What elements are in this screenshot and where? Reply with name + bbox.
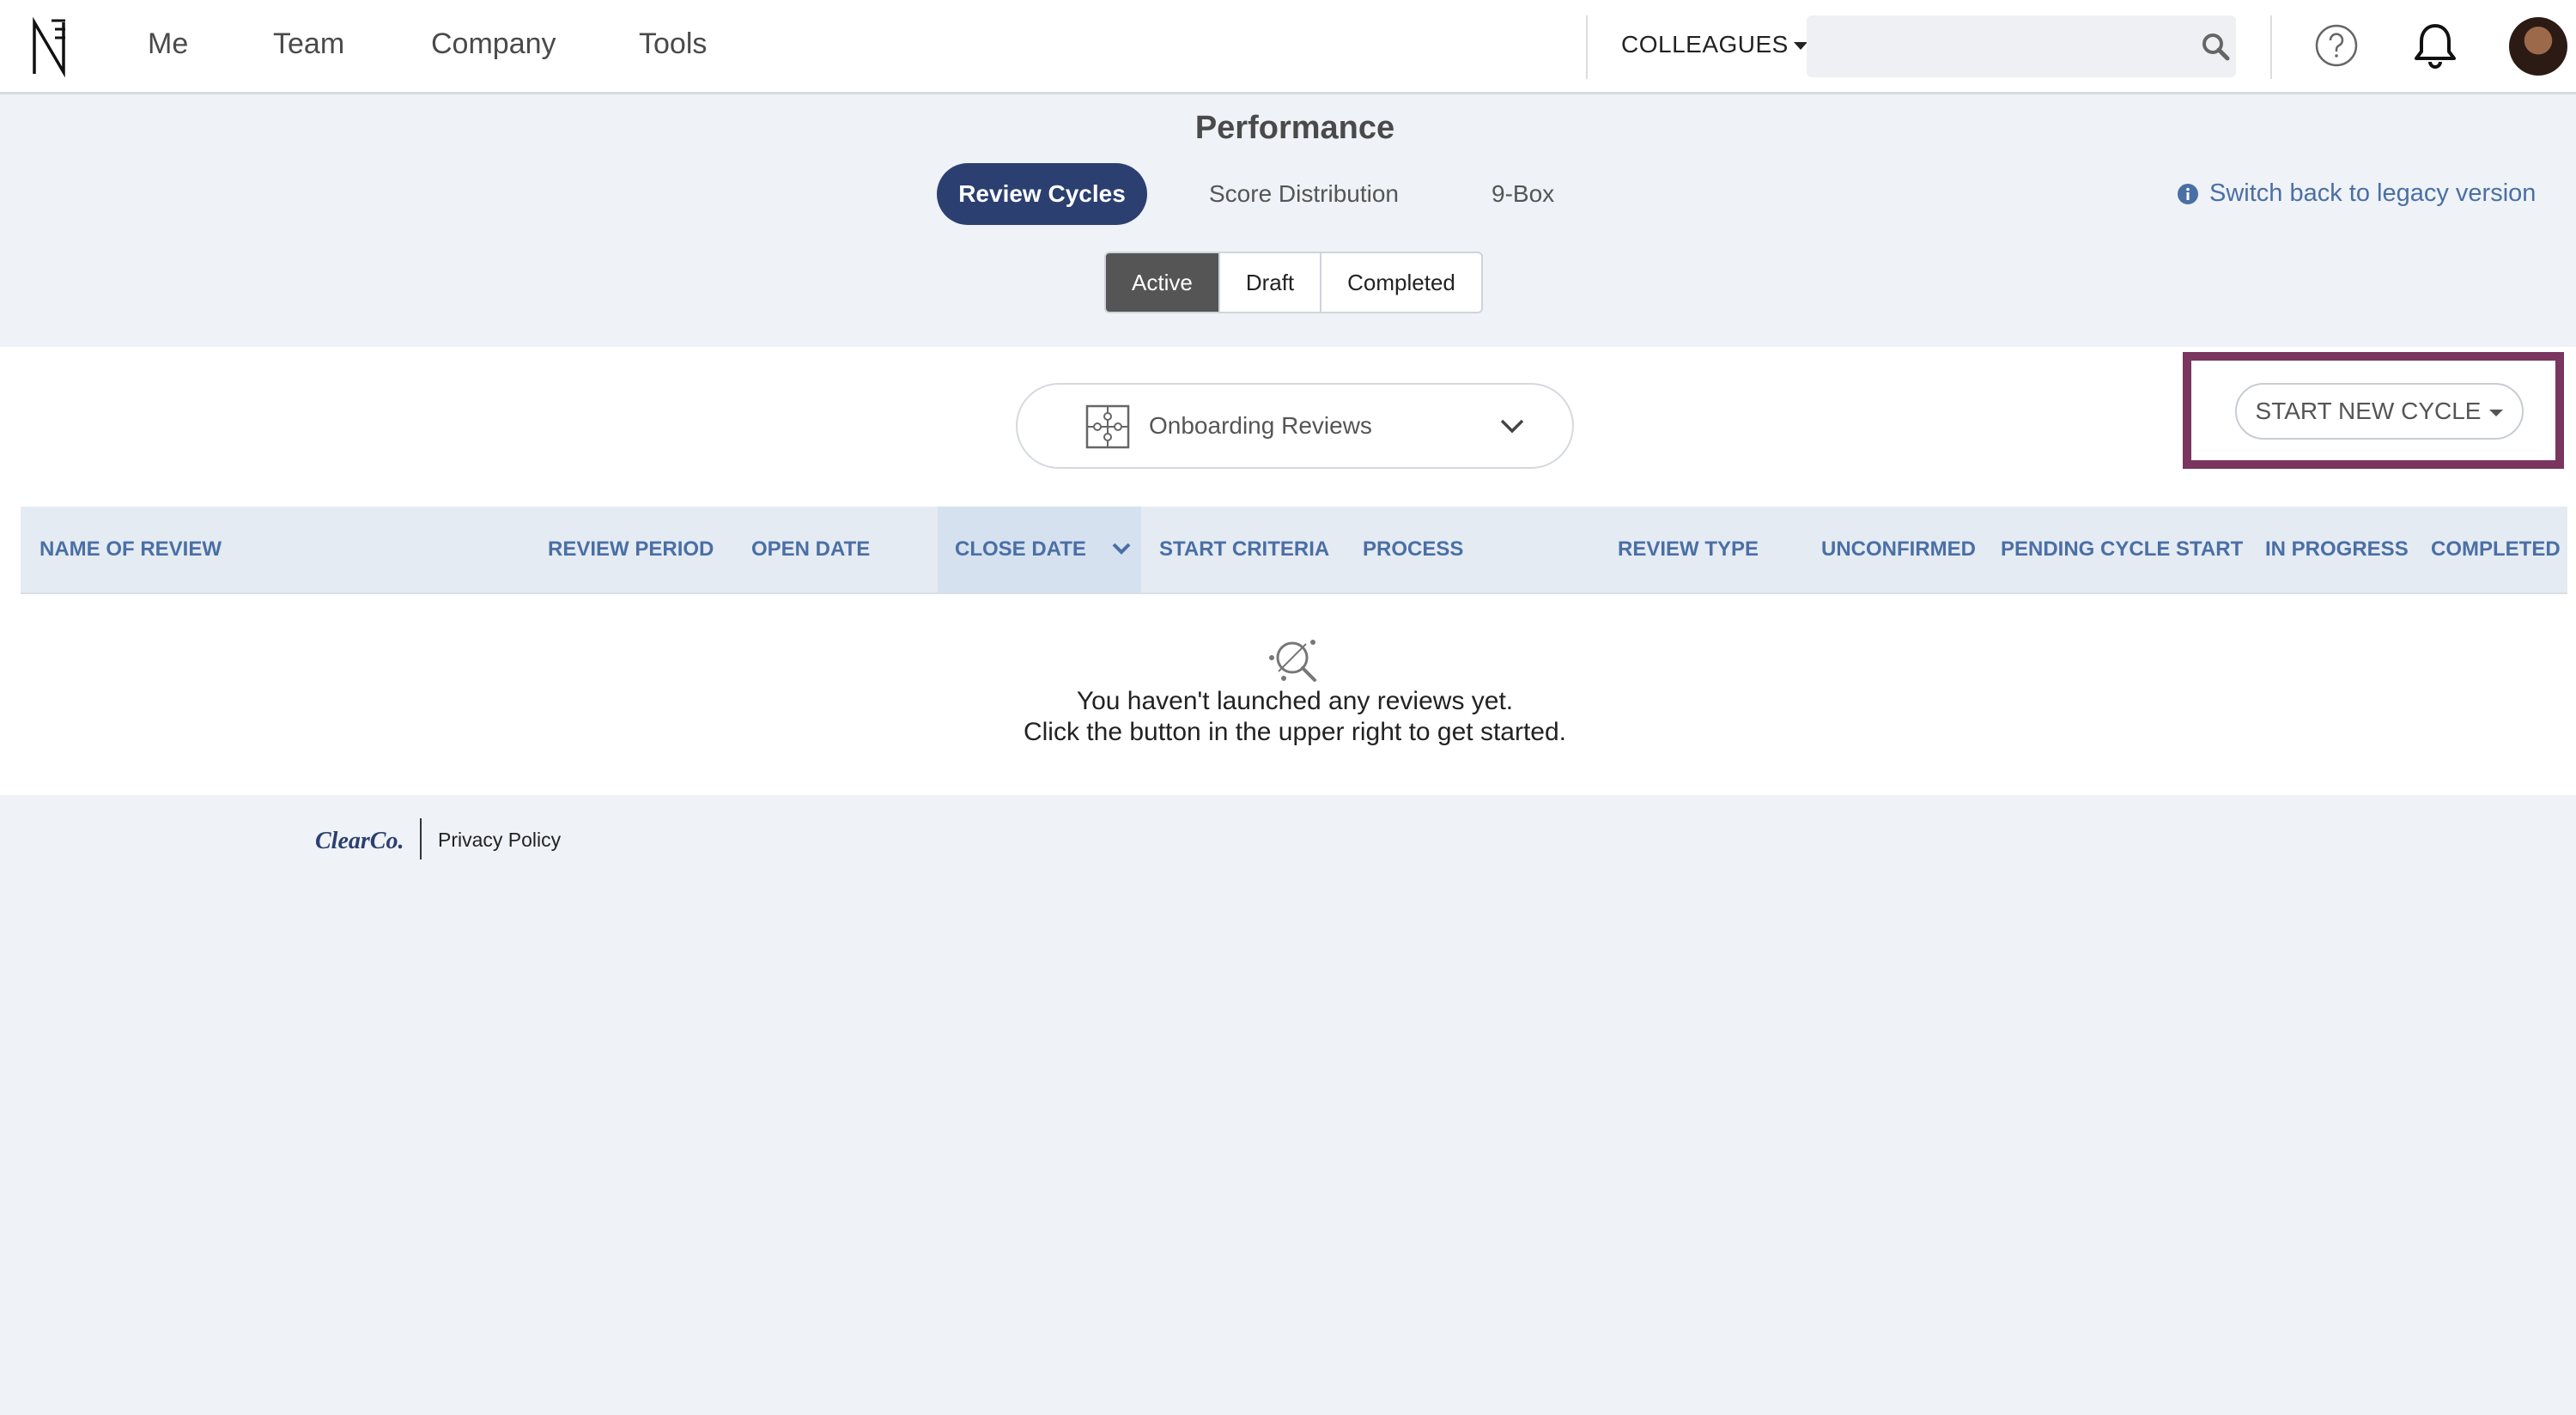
caret-down-icon [2489,409,2504,416]
nav-divider [2270,15,2272,79]
nav-team[interactable]: Team [273,27,344,61]
col-pending-cycle-start[interactable]: PENDING CYCLE START [2001,507,2243,592]
col-review-period[interactable]: REVIEW PERIOD [548,507,714,592]
nav-me[interactable]: Me [148,27,188,61]
bell-icon[interactable] [2411,21,2459,70]
help-icon[interactable] [2314,23,2359,68]
filter-completed[interactable]: Completed [1320,253,1481,312]
tab-9-box[interactable]: 9-Box [1492,163,1554,225]
top-navbar: Me Team Company Tools COLLEAGUES [0,0,2576,94]
page-title: Performance [1194,110,1395,146]
footer-divider [420,818,422,859]
logo-icon[interactable] [31,17,69,77]
filter-active[interactable]: Active [1106,253,1218,312]
review-cycles-panel: Onboarding Reviews START NEW CYCLE NAME … [0,347,2576,795]
col-unconfirmed[interactable]: UNCONFIRMED [1821,507,1976,592]
filter-draft[interactable]: Draft [1218,253,1320,312]
empty-message-line1: You haven't launched any reviews yet. [1076,687,1514,715]
col-start-criteria[interactable]: START CRITERIA [1159,507,1329,592]
status-filter: Active Draft Completed [1104,252,1483,313]
colleagues-dropdown[interactable]: COLLEAGUES [1621,31,1807,58]
search-input[interactable] [1807,15,2236,77]
col-close-date-label: CLOSE DATE [955,537,1086,561]
col-process[interactable]: PROCESS [1363,507,1463,592]
nav-divider [1586,15,1588,79]
chevron-down-icon [1500,419,1524,434]
col-in-progress[interactable]: IN PROGRESS [2265,507,2409,592]
start-button-label: START NEW CYCLE [2255,398,2482,424]
start-new-cycle-button[interactable]: START NEW CYCLE [2235,383,2524,440]
nav-tools[interactable]: Tools [639,27,707,61]
tab-score-distribution[interactable]: Score Distribution [1209,163,1399,225]
sort-desc-icon [1112,543,1131,555]
info-icon [2178,183,2198,204]
table-header: NAME OF REVIEW REVIEW PERIOD OPEN DATE C… [21,507,2567,594]
search-icon[interactable] [2200,31,2231,62]
puzzle-icon [1085,404,1130,449]
review-type-dropdown[interactable]: Onboarding Reviews [1016,383,1574,469]
col-name-of-review[interactable]: NAME OF REVIEW [39,507,222,592]
legacy-version-link[interactable]: Switch back to legacy version [2177,179,2536,208]
col-close-date[interactable]: CLOSE DATE [938,507,1141,592]
col-completed[interactable]: COMPLETED [2431,507,2561,592]
col-open-date[interactable]: OPEN DATE [751,507,870,592]
colleagues-label: COLLEAGUES [1621,31,1789,58]
dropdown-label: Onboarding Reviews [1149,412,1372,439]
empty-message-line2: Click the button in the upper right to g… [1023,718,1567,746]
nav-company[interactable]: Company [431,27,556,61]
tab-review-cycles[interactable]: Review Cycles [937,163,1147,225]
avatar[interactable] [2509,17,2567,76]
privacy-policy-link[interactable]: Privacy Policy [438,829,561,852]
caret-down-icon [1793,42,1807,51]
empty-search-icon [1269,640,1316,682]
legacy-link-label: Switch back to legacy version [2209,179,2537,207]
footer-logo: ClearCo. [315,828,404,854]
col-review-type[interactable]: REVIEW TYPE [1618,507,1759,592]
